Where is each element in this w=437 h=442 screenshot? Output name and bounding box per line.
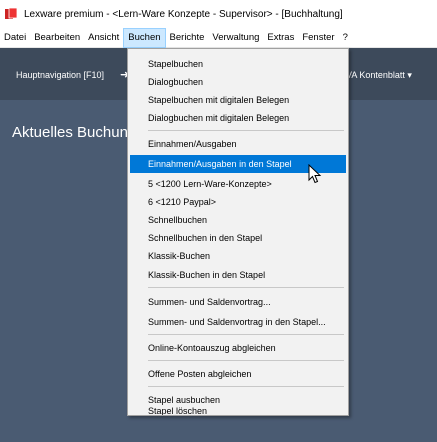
menu-item-stapelbuchen[interactable]: Stapelbuchen [130, 55, 346, 73]
menu-item-dialogbuchen-digital[interactable]: Dialogbuchen mit digitalen Belegen [130, 109, 346, 127]
menu-buchen[interactable]: Buchen [123, 27, 166, 48]
lexware-app-icon [5, 7, 18, 19]
menu-item-saldenvortrag-stapel[interactable]: Summen- und Saldenvortrag in den Stapel.… [130, 313, 346, 331]
menu-item-offene-posten[interactable]: Offene Posten abgleichen [130, 365, 346, 383]
menu-item-saldenvortrag[interactable]: Summen- und Saldenvortrag... [130, 293, 346, 311]
menu-datei[interactable]: Datei [0, 28, 30, 48]
menu-item-klassik-buchen-stapel[interactable]: Klassik-Buchen in den Stapel [130, 266, 346, 284]
menu-separator [148, 130, 344, 131]
menu-item-stapelbuchen-digital[interactable]: Stapelbuchen mit digitalen Belegen [130, 91, 346, 109]
menu-extras[interactable]: Extras [263, 28, 298, 48]
menu-item-dialogbuchen[interactable]: Dialogbuchen [130, 73, 346, 91]
menu-item-online-kontoauszug[interactable]: Online-Kontoauszug abgleichen [130, 339, 346, 357]
menu-berichte[interactable]: Berichte [166, 28, 209, 48]
mouse-cursor-icon [308, 164, 322, 184]
kontenblatt-button[interactable]: VA Kontenblatt ▾ [346, 70, 412, 81]
menu-separator [148, 386, 344, 387]
buchen-dropdown-menu: Stapelbuchen Dialogbuchen Stapelbuchen m… [127, 48, 349, 416]
menu-separator [148, 334, 344, 335]
menu-item-klassik-buchen[interactable]: Klassik-Buchen [130, 247, 346, 265]
menu-item-einnahmen-ausgaben[interactable]: Einnahmen/Ausgaben [130, 135, 346, 153]
menu-ansicht[interactable]: Ansicht [84, 28, 123, 48]
menu-fenster[interactable]: Fenster [298, 28, 338, 48]
menu-item-stapel-loeschen[interactable]: Stapel löschen [130, 407, 346, 415]
menu-separator [148, 360, 344, 361]
window-title: Lexware premium - <Lern-Ware Konzepte - … [24, 8, 343, 20]
menu-item-konto-1210[interactable]: 6 <1210 Paypal> [130, 193, 346, 211]
menu-bar: Datei Bearbeiten Ansicht Buchen Berichte… [0, 27, 437, 48]
menu-bearbeiten[interactable]: Bearbeiten [30, 28, 84, 48]
menu-separator [148, 287, 344, 288]
menu-item-schnellbuchen[interactable]: Schnellbuchen [130, 211, 346, 229]
page-title: Aktuelles Buchung [12, 124, 137, 141]
title-bar: Lexware premium - <Lern-Ware Konzepte - … [0, 0, 437, 28]
menu-item-schnellbuchen-stapel[interactable]: Schnellbuchen in den Stapel [130, 229, 346, 247]
menu-help[interactable]: ? [339, 28, 352, 48]
menu-verwaltung[interactable]: Verwaltung [208, 28, 263, 48]
hauptnavigation-button[interactable]: Hauptnavigation [F10] [16, 70, 104, 80]
